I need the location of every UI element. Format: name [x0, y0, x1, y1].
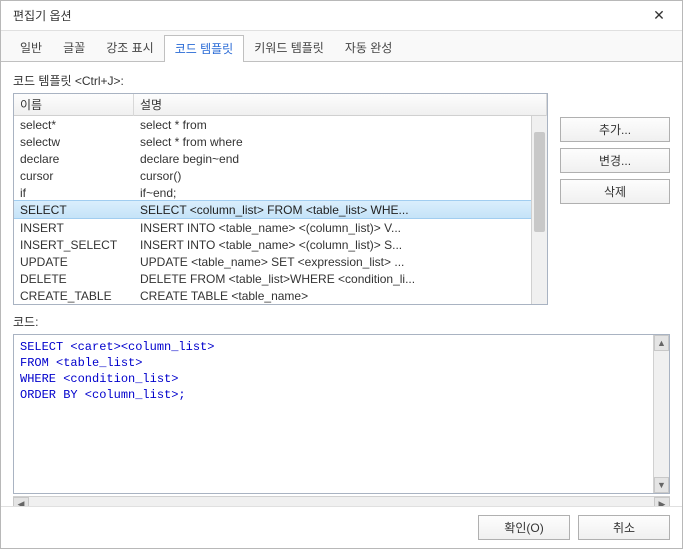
cell-desc: cursor() [134, 168, 547, 184]
cell-name: SELECT [14, 202, 134, 218]
tab-2[interactable]: 강조 표시 [95, 34, 165, 61]
editor-options-dialog: 편집기 옵션 ✕ 일반글꼴강조 표시코드 템플릿키워드 템플릿자동 완성 코드 … [0, 0, 683, 549]
add-button[interactable]: 추가... [560, 117, 670, 142]
tab-3[interactable]: 코드 템플릿 [164, 35, 245, 62]
scroll-left-icon[interactable]: ◀ [13, 497, 29, 507]
table-row[interactable]: cursorcursor() [14, 167, 547, 184]
table-row[interactable]: INSERTINSERT INTO <table_name> <(column_… [14, 219, 547, 236]
cell-name: INSERT_SELECT [14, 237, 134, 253]
col-name[interactable]: 이름 [14, 93, 134, 116]
cell-name: CREATE_TABLE [14, 288, 134, 304]
cell-desc: declare begin~end [134, 151, 547, 167]
side-buttons: 추가... 변경... 삭제 [560, 93, 670, 305]
ok-button[interactable]: 확인(O) [478, 515, 570, 540]
cell-name: UPDATE [14, 254, 134, 270]
tab-0[interactable]: 일반 [9, 34, 53, 61]
scroll-right-icon[interactable]: ▶ [654, 497, 670, 507]
col-desc[interactable]: 설명 [134, 93, 547, 116]
cell-name: DELETE [14, 271, 134, 287]
scroll-down-icon[interactable]: ▼ [654, 477, 669, 493]
cell-name: cursor [14, 168, 134, 184]
vertical-scrollbar[interactable] [531, 116, 547, 304]
table-row[interactable]: SELECTSELECT <column_list> FROM <table_l… [14, 200, 547, 219]
table-row[interactable]: selectwselect * from where [14, 133, 547, 150]
table-row[interactable]: select*select * from [14, 116, 547, 133]
cell-desc: UPDATE <table_name> SET <expression_list… [134, 254, 547, 270]
titlebar: 편집기 옵션 ✕ [1, 1, 682, 31]
table-body: select*select * fromselectwselect * from… [14, 116, 547, 304]
tab-1[interactable]: 글꼴 [52, 34, 96, 61]
cell-desc: CREATE TABLE <table_name> [134, 288, 547, 304]
code-label: 코드: [13, 313, 670, 330]
cell-name: select* [14, 117, 134, 133]
templates-table: 이름 설명 select*select * fromselectwselect … [13, 93, 548, 305]
content: 코드 템플릿 <Ctrl+J>: 이름 설명 select*select * f… [1, 62, 682, 506]
table-row[interactable]: INSERT_SELECTINSERT INTO <table_name> <(… [14, 236, 547, 253]
cell-name: INSERT [14, 220, 134, 236]
cell-name: declare [14, 151, 134, 167]
table-row[interactable]: declaredeclare begin~end [14, 150, 547, 167]
cell-desc: INSERT INTO <table_name> <(column_list)>… [134, 220, 547, 236]
delete-button[interactable]: 삭제 [560, 179, 670, 204]
cell-name: if [14, 185, 134, 201]
edit-button[interactable]: 변경... [560, 148, 670, 173]
code-area-wrap: SELECT <caret><column_list> FROM <table_… [13, 334, 670, 494]
tab-5[interactable]: 자동 완성 [334, 34, 404, 61]
cell-desc: INSERT INTO <table_name> <(column_list)>… [134, 237, 547, 253]
cell-desc: SELECT <column_list> FROM <table_list> W… [134, 202, 547, 218]
horizontal-scrollbar[interactable]: ◀ ▶ [13, 496, 670, 506]
cell-desc: if~end; [134, 185, 547, 201]
footer: 확인(O) 취소 [1, 506, 682, 548]
templates-label: 코드 템플릿 <Ctrl+J>: [13, 72, 670, 89]
table-header: 이름 설명 [14, 94, 547, 116]
table-row[interactable]: CREATE_TABLECREATE TABLE <table_name> [14, 287, 547, 304]
table-row[interactable]: DELETEDELETE FROM <table_list>WHERE <con… [14, 270, 547, 287]
code-textarea[interactable]: SELECT <caret><column_list> FROM <table_… [14, 335, 653, 493]
table-row[interactable]: UPDATEUPDATE <table_name> SET <expressio… [14, 253, 547, 270]
scrollbar-thumb[interactable] [534, 132, 545, 232]
close-icon[interactable]: ✕ [644, 4, 674, 28]
dialog-title: 편집기 옵션 [13, 7, 644, 24]
scroll-up-icon[interactable]: ▲ [654, 335, 669, 351]
code-vertical-scrollbar[interactable]: ▲ ▼ [653, 335, 669, 493]
cell-desc: select * from where [134, 134, 547, 150]
cell-name: selectw [14, 134, 134, 150]
cell-desc: DELETE FROM <table_list>WHERE <condition… [134, 271, 547, 287]
tab-4[interactable]: 키워드 템플릿 [243, 34, 335, 61]
tabstrip: 일반글꼴강조 표시코드 템플릿키워드 템플릿자동 완성 [1, 31, 682, 62]
cancel-button[interactable]: 취소 [578, 515, 670, 540]
cell-desc: select * from [134, 117, 547, 133]
table-row[interactable]: ifif~end; [14, 184, 547, 201]
